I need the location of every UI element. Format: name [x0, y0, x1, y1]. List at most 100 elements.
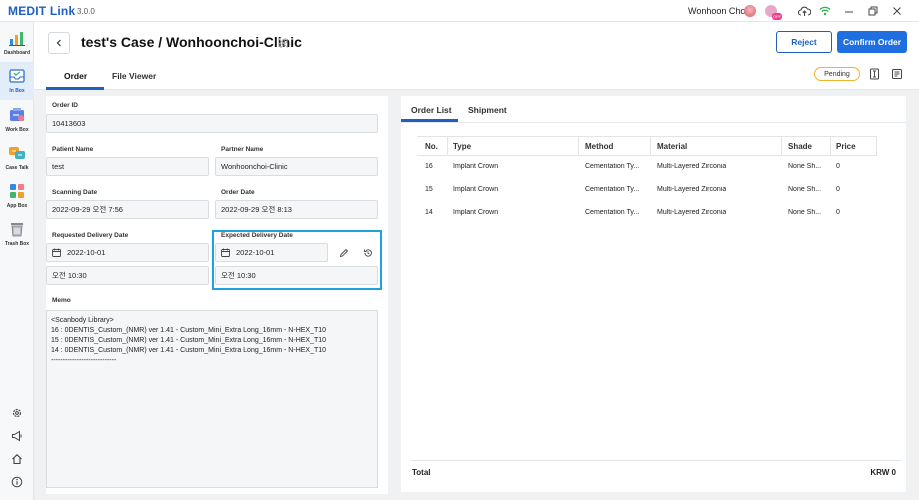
total-value: KRW 0 [870, 468, 896, 477]
memo-field: <Scanbody Library> 16 : 0DENTIS_Custom_(… [46, 310, 378, 488]
memo-line: ---------------------------- [51, 357, 117, 364]
workbox-icon [8, 106, 26, 124]
table-row[interactable]: 15 Implant Crown Cementation Ty... Multi… [417, 180, 877, 202]
settings-icon[interactable] [9, 405, 25, 421]
table-header: No. Type Method Material Shade Price [417, 136, 877, 156]
memo-line: <Scanbody Library> [51, 317, 114, 324]
cell-method: Cementation Ty... [585, 209, 640, 216]
active-tab-indicator [46, 87, 104, 90]
case-talk-icon [8, 144, 26, 162]
tab-order-list[interactable]: Order List [411, 105, 452, 115]
memo-line: 15 : 0DENTIS_Custom_(NMR) ver 1.41 - Cus… [51, 337, 327, 344]
order-form-icon[interactable] [890, 67, 904, 81]
info-icon[interactable] [9, 474, 25, 490]
scanning-date-label: Scanning Date [52, 189, 98, 196]
expected-delivery-highlight [212, 230, 382, 290]
close-icon[interactable] [890, 4, 904, 18]
patient-name-label: Patient Name [52, 146, 94, 153]
cell-method: Cementation Ty... [585, 186, 640, 193]
nav-label: Work Box [5, 127, 29, 133]
back-button[interactable] [48, 32, 70, 54]
secondary-avatar[interactable]: OFF [765, 5, 782, 20]
memo-line: 14 : 0DENTIS_Custom_(NMR) ver 1.41 - Cus… [51, 347, 327, 354]
order-date-label: Order Date [221, 189, 255, 196]
nav-label: App Box [6, 203, 28, 209]
scanning-date-field: 2022-09-29 오전 7:56 [46, 200, 209, 219]
nav-item-inbox[interactable]: In Box [0, 62, 34, 100]
chevron-left-icon [56, 39, 61, 47]
tab-shipment[interactable]: Shipment [468, 105, 507, 115]
calendar-icon [52, 248, 61, 257]
column-header-no[interactable]: No. [425, 142, 438, 151]
reject-button[interactable]: Reject [776, 31, 832, 53]
nav-item-dashboard[interactable]: Dashboard [0, 24, 34, 62]
column-divider [578, 137, 579, 156]
restore-icon[interactable] [866, 4, 880, 18]
order-list-panel: Order List Shipment No. Type Method Mate… [401, 96, 906, 492]
cell-price: 0 [836, 209, 840, 216]
cell-type: Implant Crown [453, 163, 499, 170]
left-nav: Dashboard In Box Work Box Case Talk App … [0, 22, 34, 500]
minimize-icon[interactable] [842, 4, 856, 18]
requested-delivery-time-field: 오전 10:30 [46, 266, 209, 285]
megaphone-icon[interactable] [9, 428, 25, 444]
total-label: Total [412, 468, 431, 477]
page-title: test's Case / Wonhoonchoi-Clinic [81, 34, 302, 50]
requested-delivery-label: Requested Delivery Date [52, 232, 129, 239]
order-id-label: Order ID [52, 102, 79, 109]
partner-name-field: Wonhoonchoi-Clinic [215, 157, 378, 176]
app-brand: MEDIT Link [8, 4, 76, 18]
nav-item-trash-box[interactable]: Trash Box [0, 215, 34, 253]
nav-label: Trash Box [4, 241, 30, 247]
wifi-icon[interactable] [818, 4, 832, 18]
cell-type: Implant Crown [453, 209, 499, 216]
nav-label: Case Talk [5, 165, 29, 171]
document-icon[interactable] [867, 67, 881, 81]
confirm-order-button[interactable]: Confirm Order [837, 31, 907, 53]
column-header-price[interactable]: Price [836, 142, 856, 151]
cell-no: 15 [425, 186, 433, 193]
tab-file-viewer[interactable]: File Viewer [112, 71, 156, 81]
requested-delivery-date-value: 2022-10-01 [67, 248, 106, 257]
partner-name-label: Partner Name [221, 146, 264, 153]
column-header-type[interactable]: Type [453, 142, 471, 151]
app-box-icon [8, 182, 26, 200]
patient-name-field: test [46, 157, 209, 176]
cell-price: 0 [836, 163, 840, 170]
cell-material: Multi-Layered Zirconia [657, 209, 727, 216]
cell-type: Implant Crown [453, 186, 499, 193]
column-header-material[interactable]: Material [657, 142, 687, 151]
home-icon[interactable] [9, 451, 25, 467]
user-avatar[interactable] [744, 5, 756, 17]
table-row[interactable]: 16 Implant Crown Cementation Ty... Multi… [417, 157, 877, 179]
nav-item-case-talk[interactable]: Case Talk [0, 139, 34, 177]
trash-icon [8, 220, 26, 238]
column-divider [447, 137, 448, 156]
title-bar: MEDIT Link 3.0.0 Wonhoon Choi OFF [0, 0, 919, 22]
nav-item-workbox[interactable]: Work Box [0, 101, 34, 139]
cell-no: 16 [425, 163, 433, 170]
link-broken-icon[interactable] [277, 37, 289, 49]
column-divider [650, 137, 651, 156]
nav-item-app-box[interactable]: App Box [0, 177, 34, 215]
tab-order[interactable]: Order [64, 71, 87, 81]
cell-material: Multi-Layered Zirconia [657, 163, 727, 170]
status-badge: Pending [814, 67, 860, 81]
column-header-shade[interactable]: Shade [788, 142, 812, 151]
column-header-method[interactable]: Method [585, 142, 613, 151]
total-divider [411, 460, 901, 461]
order-details-panel: Order ID 10413603 Patient Name test Part… [46, 96, 388, 494]
column-divider [876, 137, 877, 156]
table-row[interactable]: 14 Implant Crown Cementation Ty... Multi… [417, 203, 877, 225]
cell-material: Multi-Layered Zirconia [657, 186, 727, 193]
user-name[interactable]: Wonhoon Choi [688, 6, 747, 16]
cell-shade: None Sh... [788, 163, 822, 170]
cell-method: Cementation Ty... [585, 163, 640, 170]
memo-label: Memo [52, 297, 71, 304]
case-header: test's Case / Wonhoonchoi-Clinic Reject … [34, 22, 919, 90]
cell-price: 0 [836, 186, 840, 193]
bar-chart-icon [8, 29, 26, 47]
inbox-icon [8, 67, 26, 85]
cloud-sync-icon[interactable] [797, 4, 811, 18]
column-divider [830, 137, 831, 156]
